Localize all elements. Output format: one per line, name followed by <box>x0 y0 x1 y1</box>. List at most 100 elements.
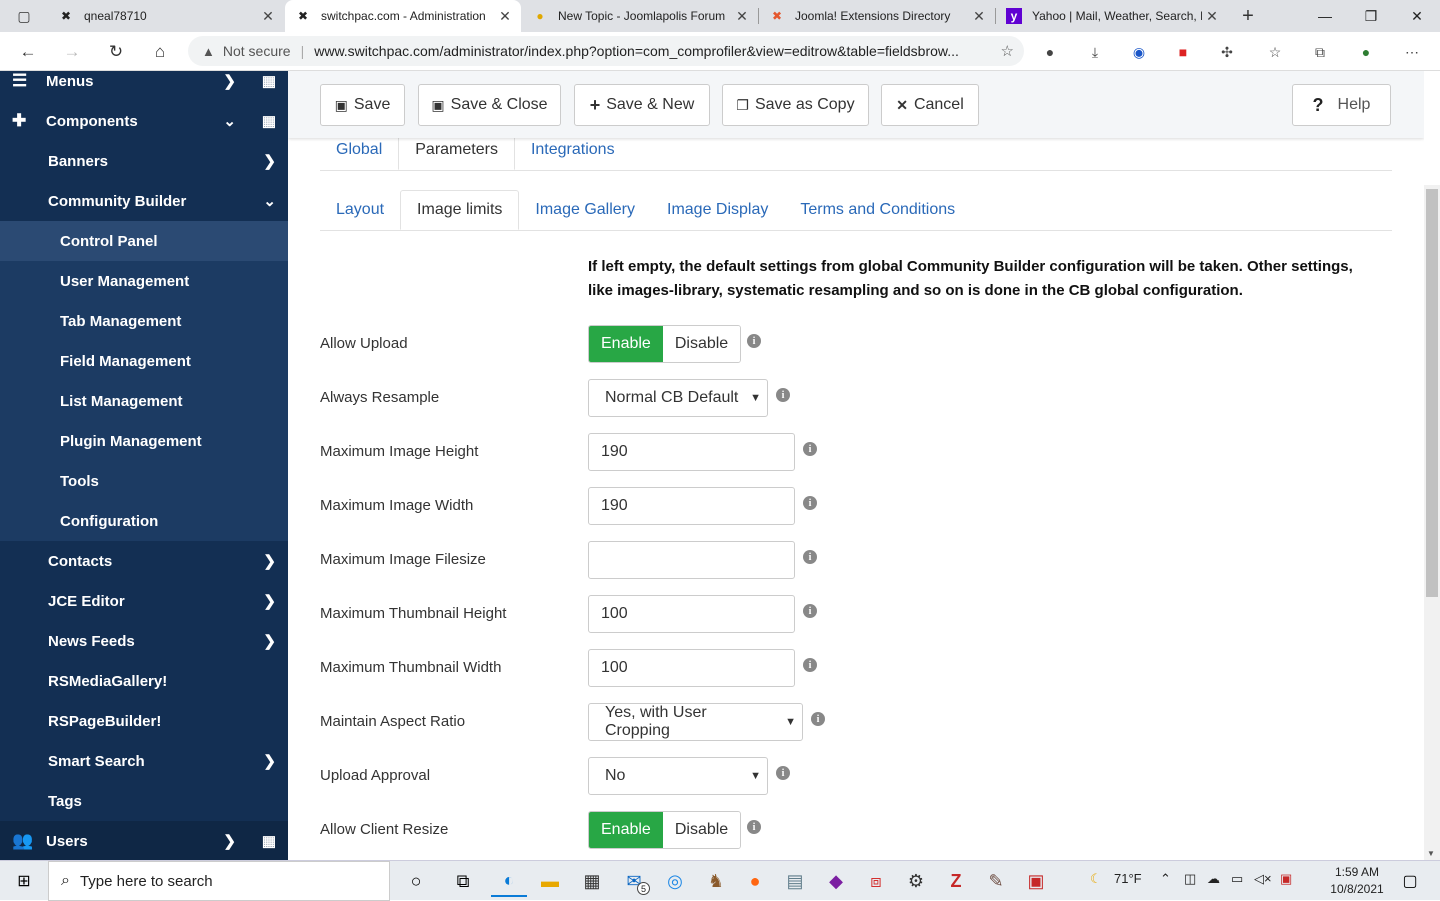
back-icon[interactable]: ← <box>14 38 42 66</box>
app-icon[interactable]: ▣ <box>1018 865 1054 897</box>
firefox-icon[interactable]: ● <box>737 865 773 897</box>
close-tab-icon[interactable]: ✕ <box>495 8 515 25</box>
chevron-down-icon[interactable]: ⌄ <box>223 112 236 130</box>
app-icon[interactable]: ◆ <box>818 865 854 897</box>
info-icon[interactable]: i <box>803 442 817 456</box>
max-thumbnail-width-input[interactable]: 100 <box>588 649 795 687</box>
info-icon[interactable]: i <box>803 604 817 618</box>
aspect-ratio-select[interactable]: Yes, with User Cropping ▼ <box>588 703 803 741</box>
collections-icon[interactable]: ⧉ <box>1308 40 1332 64</box>
sidebar-item-users[interactable]: 👥 Users ❯ ▦ <box>0 821 288 860</box>
browser-tab-5[interactable]: y Yahoo | Mail, Weather, Search, P ✕ <box>996 0 1228 32</box>
extension-shield-icon[interactable]: ◉ <box>1127 40 1151 64</box>
tray-chevron-icon[interactable]: ⌃ <box>1160 871 1171 887</box>
sidebar-item-jce-editor[interactable]: JCE Editor ❯ <box>0 581 288 621</box>
sidebar-item-tools[interactable]: Tools <box>0 461 288 501</box>
favorites-icon[interactable]: ☆ <box>1263 40 1287 64</box>
always-resample-select[interactable]: Normal CB Default ▼ <box>588 379 768 417</box>
sidebar-item-rsmediagallery[interactable]: RSMediaGallery! <box>0 661 288 701</box>
store-icon[interactable]: ▦ <box>574 865 610 897</box>
pdf-icon[interactable]: ⧈ <box>858 865 894 897</box>
dashboard-grid-icon[interactable]: ▦ <box>262 72 276 90</box>
cloud-icon[interactable]: ☁ <box>1207 871 1220 887</box>
app-icon[interactable]: ◎ <box>657 865 693 897</box>
profile-avatar-icon[interactable]: ● <box>1354 40 1378 64</box>
info-icon[interactable]: i <box>803 658 817 672</box>
tab-terms-and-conditions[interactable]: Terms and Conditions <box>784 190 971 230</box>
settings-icon[interactable]: ⚙ <box>898 865 934 897</box>
close-tab-icon[interactable]: ✕ <box>969 8 989 25</box>
info-icon[interactable]: i <box>747 820 761 834</box>
chevron-right-icon[interactable]: ❯ <box>223 72 236 90</box>
max-image-height-input[interactable]: 190 <box>588 433 795 471</box>
url-text[interactable]: www.switchpac.com/administrator/index.ph… <box>314 43 978 59</box>
security-status[interactable]: Not secure <box>223 43 291 59</box>
sidebar-item-rspagebuilder[interactable]: RSPageBuilder! <box>0 701 288 741</box>
notifications-icon[interactable]: ▢ <box>1392 865 1428 897</box>
restore-icon[interactable]: ❐ <box>1348 0 1394 32</box>
taskbar-search[interactable]: ⌕ Type here to search <box>48 861 390 901</box>
tray-app-icon[interactable]: ▣ <box>1280 871 1292 887</box>
browser-tab-2[interactable]: ✖ switchpac.com - Administration ✕ <box>285 0 521 32</box>
save-copy-button[interactable]: ❐ Save as Copy <box>722 84 869 126</box>
tab-actions-icon[interactable]: ▢ <box>10 4 38 28</box>
windows-start-icon[interactable]: ⊞ <box>0 861 48 901</box>
chevron-right-icon[interactable]: ❯ <box>263 592 276 610</box>
dashboard-grid-icon[interactable]: ▦ <box>262 112 276 130</box>
close-window-icon[interactable]: ✕ <box>1394 0 1440 32</box>
weather-icon[interactable]: ☾ <box>1090 871 1102 887</box>
chevron-right-icon[interactable]: ❯ <box>263 752 276 770</box>
info-icon[interactable]: i <box>811 712 825 726</box>
new-tab-icon[interactable]: + <box>1234 4 1262 28</box>
task-view-icon[interactable]: ⧉ <box>445 865 481 897</box>
reload-icon[interactable]: ↻ <box>102 38 130 66</box>
info-icon[interactable]: i <box>776 388 790 402</box>
tab-image-display[interactable]: Image Display <box>651 190 784 230</box>
sidebar-item-community-builder[interactable]: Community Builder ⌄ <box>0 181 288 221</box>
address-bar[interactable]: ▲ Not secure | www.switchpac.com/adminis… <box>188 36 1024 66</box>
minimize-icon[interactable]: — <box>1302 0 1348 32</box>
browser-tab-3[interactable]: ● New Topic - Joomlapolis Forum ✕ <box>522 0 758 32</box>
upload-approval-select[interactable]: No ▼ <box>588 757 768 795</box>
sidebar-item-smart-search[interactable]: Smart Search ❯ <box>0 741 288 781</box>
sidebar-item-list-management[interactable]: List Management <box>0 381 288 421</box>
sidebar-item-control-panel[interactable]: Control Panel <box>0 221 288 261</box>
dashboard-grid-icon[interactable]: ▦ <box>262 832 276 850</box>
sidebar-item-menus[interactable]: ☰ Menus ❯ ▦ <box>0 71 288 101</box>
page-scrollbar[interactable]: ▼ <box>1424 185 1440 860</box>
cortana-icon[interactable]: ○ <box>398 865 434 897</box>
enable-option[interactable]: Enable <box>589 326 663 362</box>
sidebar-item-field-management[interactable]: Field Management <box>0 341 288 381</box>
weather-temp[interactable]: 71°F <box>1114 871 1142 886</box>
system-clock[interactable]: 1:59 AM 10/8/2021 <box>1318 864 1396 898</box>
sidebar-item-tags[interactable]: Tags <box>0 781 288 821</box>
warning-icon[interactable]: ▲ <box>202 44 215 59</box>
extensions-puzzle-icon[interactable]: ✣ <box>1215 40 1239 64</box>
extension-red-icon[interactable]: ■ <box>1171 40 1195 64</box>
scroll-down-icon[interactable]: ▼ <box>1427 849 1435 858</box>
add-favorite-icon[interactable]: ☆ <box>1001 42 1014 60</box>
sidebar-item-contacts[interactable]: Contacts ❯ <box>0 541 288 581</box>
sidebar-item-banners[interactable]: Banners ❯ <box>0 141 288 181</box>
info-icon[interactable]: i <box>803 550 817 564</box>
chevron-down-icon[interactable]: ⌄ <box>263 192 276 210</box>
browser-tab-4[interactable]: ✖ Joomla! Extensions Directory ✕ <box>759 0 995 32</box>
chevron-right-icon[interactable]: ❯ <box>223 832 236 850</box>
tab-image-limits[interactable]: Image limits <box>400 190 520 230</box>
close-tab-icon[interactable]: ✕ <box>1202 8 1222 25</box>
chevron-right-icon[interactable]: ❯ <box>263 552 276 570</box>
chevron-right-icon[interactable]: ❯ <box>263 632 276 650</box>
save-close-button[interactable]: ▣ Save & Close <box>418 84 561 126</box>
save-new-button[interactable]: + Save & New <box>574 84 710 126</box>
app-icon[interactable]: ♞ <box>698 865 734 897</box>
sidebar-item-user-management[interactable]: User Management <box>0 261 288 301</box>
help-button[interactable]: ? Help <box>1292 84 1391 126</box>
info-icon[interactable]: i <box>776 766 790 780</box>
info-icon[interactable]: i <box>803 496 817 510</box>
disable-option[interactable]: Disable <box>662 326 741 362</box>
filezilla-icon[interactable]: Z <box>938 865 974 897</box>
disable-option[interactable]: Disable <box>662 812 741 848</box>
sidebar-item-tab-management[interactable]: Tab Management <box>0 301 288 341</box>
save-button[interactable]: ▣ Save <box>320 84 405 126</box>
browser-tab-1[interactable]: ✖ qneal78710 ✕ <box>48 0 284 32</box>
